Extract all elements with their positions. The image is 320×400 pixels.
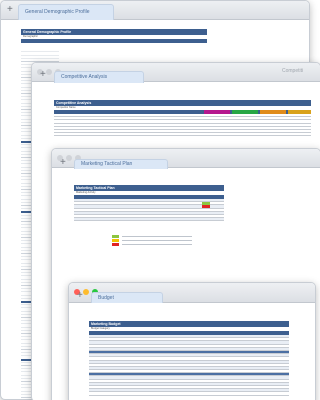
titlebar: + General Demographic Profile bbox=[1, 1, 309, 20]
legend bbox=[112, 235, 192, 246]
demographic-sheet: General Demographic Profile Demographic bbox=[21, 29, 207, 43]
tab-demographic[interactable]: General Demographic Profile bbox=[18, 4, 114, 20]
new-tab-icon[interactable]: + bbox=[40, 68, 46, 82]
legend-swatch-red bbox=[112, 243, 119, 246]
budget-sheet: Marketing Budget Budget Category bbox=[89, 321, 289, 396]
table-row bbox=[74, 205, 224, 209]
titlebar: + Budget bbox=[69, 283, 315, 303]
minimize-button[interactable] bbox=[46, 69, 52, 75]
tab-competitive-overflow[interactable]: Competiti bbox=[282, 68, 303, 74]
minimize-button[interactable] bbox=[66, 155, 72, 161]
titlebar: + Competitive Analysis Competiti bbox=[32, 63, 320, 83]
tab-budget[interactable]: Budget bbox=[91, 292, 163, 303]
legend-item bbox=[112, 243, 192, 246]
tactical-sheet: Marketing Tactical Plan Marketing Activi… bbox=[74, 185, 224, 222]
status-cell-red bbox=[202, 205, 210, 209]
competitor-column-1 bbox=[204, 110, 230, 114]
legend-swatch-yellow bbox=[112, 239, 119, 242]
legend-item bbox=[112, 235, 192, 238]
table-row bbox=[54, 133, 311, 137]
titlebar: + Marketing Tactical Plan bbox=[52, 149, 320, 170]
tab-competitive[interactable]: Competitive Analysis bbox=[54, 71, 144, 83]
legend-swatch-green bbox=[112, 235, 119, 238]
header-row bbox=[54, 110, 311, 114]
new-tab-icon[interactable]: + bbox=[60, 156, 66, 170]
competitor-column-3 bbox=[260, 110, 286, 114]
minimize-button[interactable] bbox=[83, 289, 89, 295]
legend-item bbox=[112, 239, 192, 242]
table-row bbox=[74, 218, 224, 222]
table-row bbox=[89, 392, 289, 396]
new-tab-icon[interactable]: + bbox=[7, 3, 13, 17]
competitive-sheet: Competitive Analysis Competitor Name bbox=[54, 100, 311, 137]
new-tab-icon[interactable]: + bbox=[77, 289, 83, 303]
window-budget: + Budget Marketing Budget Budget Categor… bbox=[68, 282, 316, 400]
tab-tactical[interactable]: Marketing Tactical Plan bbox=[74, 159, 168, 169]
competitor-column-2 bbox=[232, 110, 258, 114]
competitor-column-4 bbox=[288, 110, 311, 114]
header-row bbox=[21, 39, 207, 43]
